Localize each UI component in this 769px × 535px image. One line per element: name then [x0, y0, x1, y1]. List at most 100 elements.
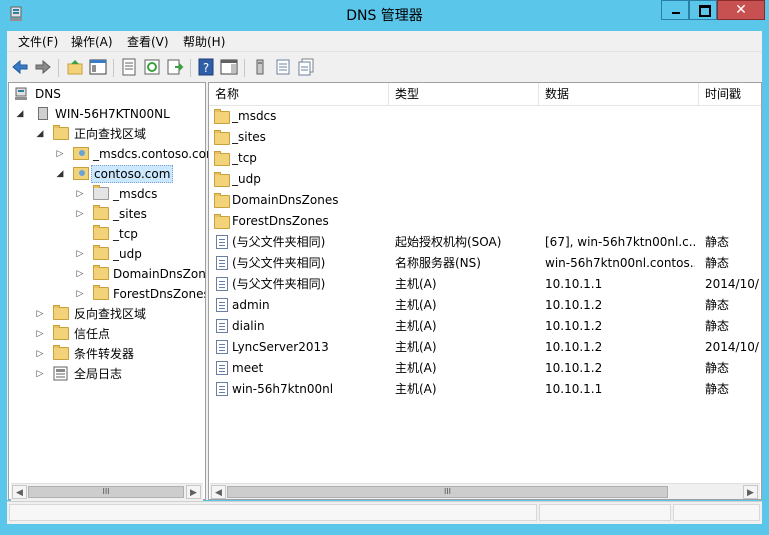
expand-triangle-icon[interactable]: ▷: [75, 184, 85, 204]
folder-icon: [53, 305, 69, 320]
expand-triangle-icon[interactable]: ▷: [35, 324, 45, 344]
list-item[interactable]: admin 主机(A) 10.10.1.2 静态: [209, 295, 761, 316]
column-header-data[interactable]: 数据: [539, 83, 699, 105]
tree-label: _msdcs.contoso.com: [93, 147, 218, 161]
scroll-right-arrow-icon[interactable]: ▶: [186, 485, 201, 499]
dns-record-icon: [216, 382, 228, 396]
column-header-name[interactable]: 名称: [209, 83, 389, 105]
list-item[interactable]: meet 主机(A) 10.10.1.2 静态: [209, 358, 761, 379]
scroll-right-arrow-icon[interactable]: ▶: [743, 485, 758, 499]
column-header-timestamp[interactable]: 时间戳: [699, 83, 761, 105]
expand-triangle-icon[interactable]: ▷: [35, 344, 45, 364]
list-item[interactable]: DomainDnsZones: [209, 190, 761, 211]
list-item[interactable]: (与父文件夹相同) 主机(A) 10.10.1.1 2014/10/: [209, 274, 761, 295]
main-content: DNS ◢ WIN-56H7KTN00NL ◢ 正向查找区域 ▷ _msdcs.…: [7, 82, 762, 501]
scroll-thumb[interactable]: III: [227, 486, 668, 498]
expand-triangle-icon[interactable]: ▷: [75, 244, 85, 264]
refresh-icon[interactable]: [143, 58, 161, 76]
record-list: 名称 类型 数据 时间戳 _msdcs _sites _tcp _udp DomainD…: [208, 82, 762, 500]
toolbar-separator: [244, 59, 245, 77]
export-list-icon[interactable]: [166, 58, 184, 76]
cell-data: 10.10.1.2: [545, 319, 603, 333]
record-list-icon[interactable]: [274, 58, 292, 76]
folder-icon: [214, 193, 230, 208]
status-segment: [539, 504, 671, 521]
close-button[interactable]: ✕: [717, 0, 765, 20]
list-item[interactable]: ForestDnsZones: [209, 211, 761, 232]
cell-data: 10.10.1.1: [545, 382, 603, 396]
cell-timestamp: 2014/10/: [705, 277, 759, 291]
menu-bar: 文件(F) 操作(A) 查看(V) 帮助(H): [7, 31, 762, 51]
tree-label: WIN-56H7KTN00NL: [55, 107, 170, 121]
dns-record-icon: [216, 298, 228, 312]
scroll-thumb[interactable]: III: [28, 486, 184, 498]
list-item[interactable]: _udp: [209, 169, 761, 190]
cell-timestamp: 2014/10/: [705, 340, 759, 354]
cell-type: 主机(A): [395, 298, 437, 312]
cell-name: _msdcs: [232, 109, 277, 123]
zone-icon: [73, 147, 89, 160]
list-item[interactable]: _msdcs: [209, 106, 761, 127]
list-item[interactable]: _sites: [209, 127, 761, 148]
menu-action[interactable]: 操作(A): [71, 33, 113, 50]
folder-icon: [93, 285, 109, 300]
expand-triangle-icon[interactable]: ▷: [55, 144, 65, 164]
tree-label: 反向查找区域: [74, 307, 147, 321]
expand-triangle-icon[interactable]: ▷: [35, 304, 45, 324]
show-action-pane-icon[interactable]: [220, 58, 238, 76]
cell-data: 10.10.1.2: [545, 361, 603, 375]
tree-label: _sites: [113, 207, 147, 221]
tree-label: DNS: [35, 87, 61, 101]
maximize-button[interactable]: [689, 0, 717, 20]
cell-type: 主机(A): [395, 382, 437, 396]
list-item[interactable]: dialin 主机(A) 10.10.1.2 静态: [209, 316, 761, 337]
folder-icon: [214, 130, 230, 145]
menu-view[interactable]: 查看(V): [127, 33, 169, 50]
folder-icon: [93, 205, 109, 220]
scroll-left-arrow-icon[interactable]: ◀: [211, 485, 226, 499]
cell-name: (与父文件夹相同): [232, 235, 326, 249]
list-item[interactable]: (与父文件夹相同) 起始授权机构(SOA) [67], win-56h7ktn00n…: [209, 232, 761, 253]
cell-type: 主机(A): [395, 361, 437, 375]
cell-name: LyncServer2013: [232, 340, 329, 354]
dns-record-icon: [216, 361, 228, 375]
expand-triangle-icon[interactable]: ▷: [75, 264, 85, 284]
collapse-triangle-icon[interactable]: ◢: [35, 124, 45, 144]
tree-label: 正向查找区域: [74, 127, 147, 141]
list-item[interactable]: win-56h7ktn00nl 主机(A) 10.10.1.1 静态: [209, 379, 761, 400]
expand-triangle-icon[interactable]: ▷: [75, 284, 85, 304]
menu-file[interactable]: 文件(F): [18, 33, 58, 50]
list-item[interactable]: _tcp: [209, 148, 761, 169]
expand-triangle-icon[interactable]: ▷: [75, 204, 85, 224]
back-arrow-icon[interactable]: [11, 58, 29, 76]
up-folder-icon[interactable]: [66, 58, 84, 76]
collapse-triangle-icon[interactable]: ◢: [15, 104, 25, 124]
properties-icon[interactable]: [120, 58, 138, 76]
tree-item-forestdnszones[interactable]: ▷ ForestDnsZones: [13, 284, 205, 304]
forward-arrow-icon[interactable]: [34, 58, 52, 76]
show-console-tree-icon[interactable]: [89, 58, 107, 76]
cell-data: 10.10.1.2: [545, 298, 603, 312]
record-copy-icon[interactable]: [297, 58, 315, 76]
expand-triangle-icon[interactable]: ▷: [35, 364, 45, 384]
list-item[interactable]: LyncServer2013 主机(A) 10.10.1.2 2014/10/: [209, 337, 761, 358]
dns-icon: [15, 87, 27, 100]
tree-horizontal-scrollbar[interactable]: ◀ III ▶: [11, 483, 203, 501]
cell-type: 主机(A): [395, 277, 437, 291]
column-header-type[interactable]: 类型: [389, 83, 539, 105]
tree-label: 条件转发器: [74, 347, 135, 361]
menu-help[interactable]: 帮助(H): [183, 33, 225, 50]
toolbar: ?: [7, 51, 762, 82]
folder-icon: [53, 325, 69, 340]
cell-name: DomainDnsZones: [232, 193, 339, 207]
scroll-left-arrow-icon[interactable]: ◀: [12, 485, 27, 499]
folder-icon: [93, 185, 109, 200]
cell-name: (与父文件夹相同): [232, 277, 326, 291]
help-icon[interactable]: ?: [197, 58, 215, 76]
new-server-icon[interactable]: [251, 58, 269, 76]
list-horizontal-scrollbar[interactable]: ◀ III ▶: [210, 483, 760, 499]
collapse-triangle-icon[interactable]: ◢: [55, 164, 65, 184]
tree-item-domaindnszones[interactable]: ▷ DomainDnsZones: [13, 264, 205, 284]
minimize-button[interactable]: [661, 0, 689, 20]
list-item[interactable]: (与父文件夹相同) 名称服务器(NS) win-56h7ktn00nl.contos…: [209, 253, 761, 274]
